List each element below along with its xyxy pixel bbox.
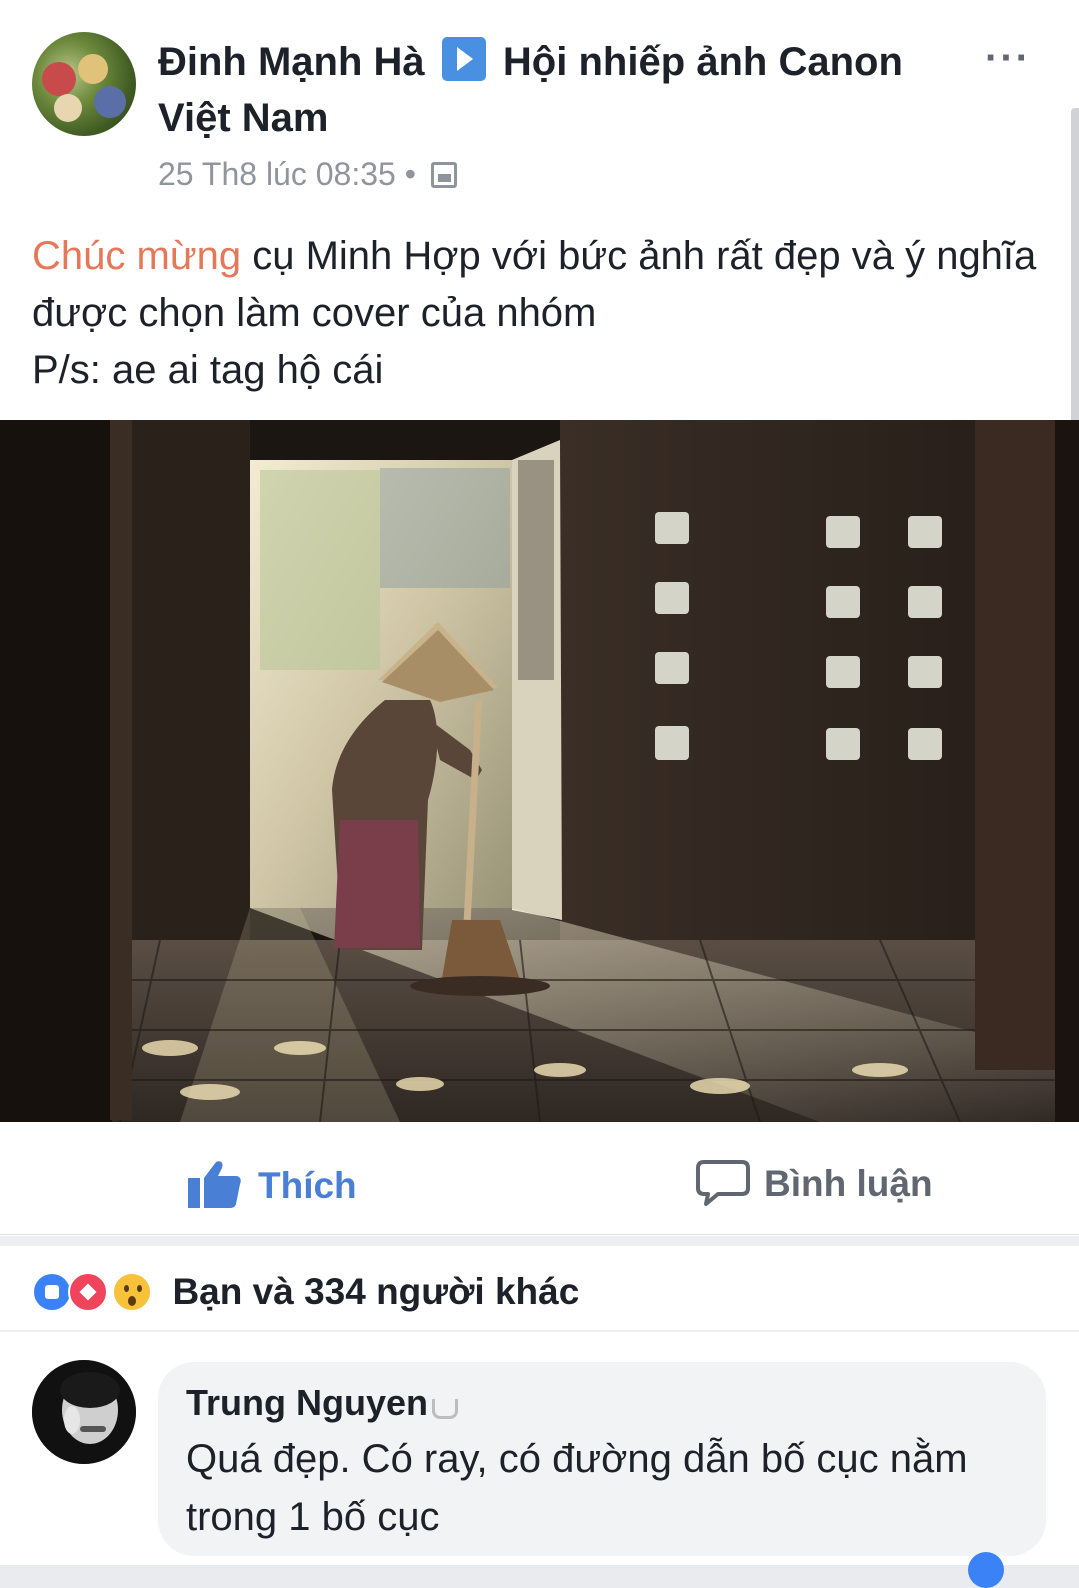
- temple-sweeping-photo: [0, 420, 1079, 1122]
- commenter-avatar[interactable]: [32, 1360, 136, 1464]
- action-bar: Thích Bình luận: [0, 1122, 1079, 1235]
- comment-label: Bình luận: [764, 1163, 933, 1204]
- reaction-badge-icon: [968, 1552, 1004, 1588]
- facebook-post: Đinh Mạnh Hà Hội nhiếp ảnh Canon Việt Na…: [0, 0, 1079, 1588]
- group-privacy-icon: [430, 162, 457, 188]
- post-photo[interactable]: [0, 420, 1079, 1122]
- like-button[interactable]: Thích: [186, 1158, 357, 1210]
- reactions-count-text: Bạn và 334 người khác: [172, 1271, 580, 1312]
- comment-author[interactable]: Trung Nguyen: [186, 1380, 458, 1426]
- reaction-icons: [32, 1270, 160, 1314]
- post-meta: 25 Th8 lúc 08:35 •: [158, 152, 457, 196]
- play-arrow-icon: [441, 37, 486, 81]
- post-text-highlight[interactable]: Chúc mừng: [32, 234, 241, 278]
- post-text-ps: P/s: ae ai tag hộ cái: [32, 348, 384, 392]
- post-header-title: Đinh Mạnh Hà Hội nhiếp ảnh Canon Việt Na…: [158, 34, 958, 146]
- comment-bubble: Trung Nguyen Quá đẹp. Có ray, có đường d…: [158, 1362, 1046, 1556]
- section-divider: [0, 1236, 1079, 1246]
- comment-author-name: Trung Nguyen: [186, 1382, 428, 1423]
- like-label: Thích: [258, 1165, 357, 1206]
- comment-text: Quá đẹp. Có ray, có đường dẫn bố cục nằm…: [186, 1437, 968, 1539]
- like-icon: [32, 1272, 72, 1312]
- comment-bubble-icon: [696, 1160, 750, 1206]
- comment-button[interactable]: Bình luận: [696, 1158, 933, 1208]
- commenter-face: [32, 1360, 136, 1464]
- love-icon: [68, 1272, 108, 1312]
- coffee-icon: [432, 1399, 458, 1419]
- thumbs-up-icon: [188, 1161, 241, 1208]
- post-timestamp[interactable]: 25 Th8 lúc 08:35: [158, 156, 396, 192]
- wow-icon: [112, 1272, 152, 1312]
- post-text: Chúc mừng cụ Minh Hợp với bức ảnh rất đẹ…: [32, 228, 1042, 399]
- reactions-divider: [0, 1330, 1079, 1332]
- author-name[interactable]: Đinh Mạnh Hà: [158, 40, 425, 84]
- author-avatar[interactable]: [32, 32, 136, 136]
- meta-separator: •: [404, 156, 416, 192]
- reactions-summary[interactable]: Bạn và 334 người khác: [32, 1270, 579, 1320]
- more-options-icon[interactable]: ···: [985, 36, 1031, 81]
